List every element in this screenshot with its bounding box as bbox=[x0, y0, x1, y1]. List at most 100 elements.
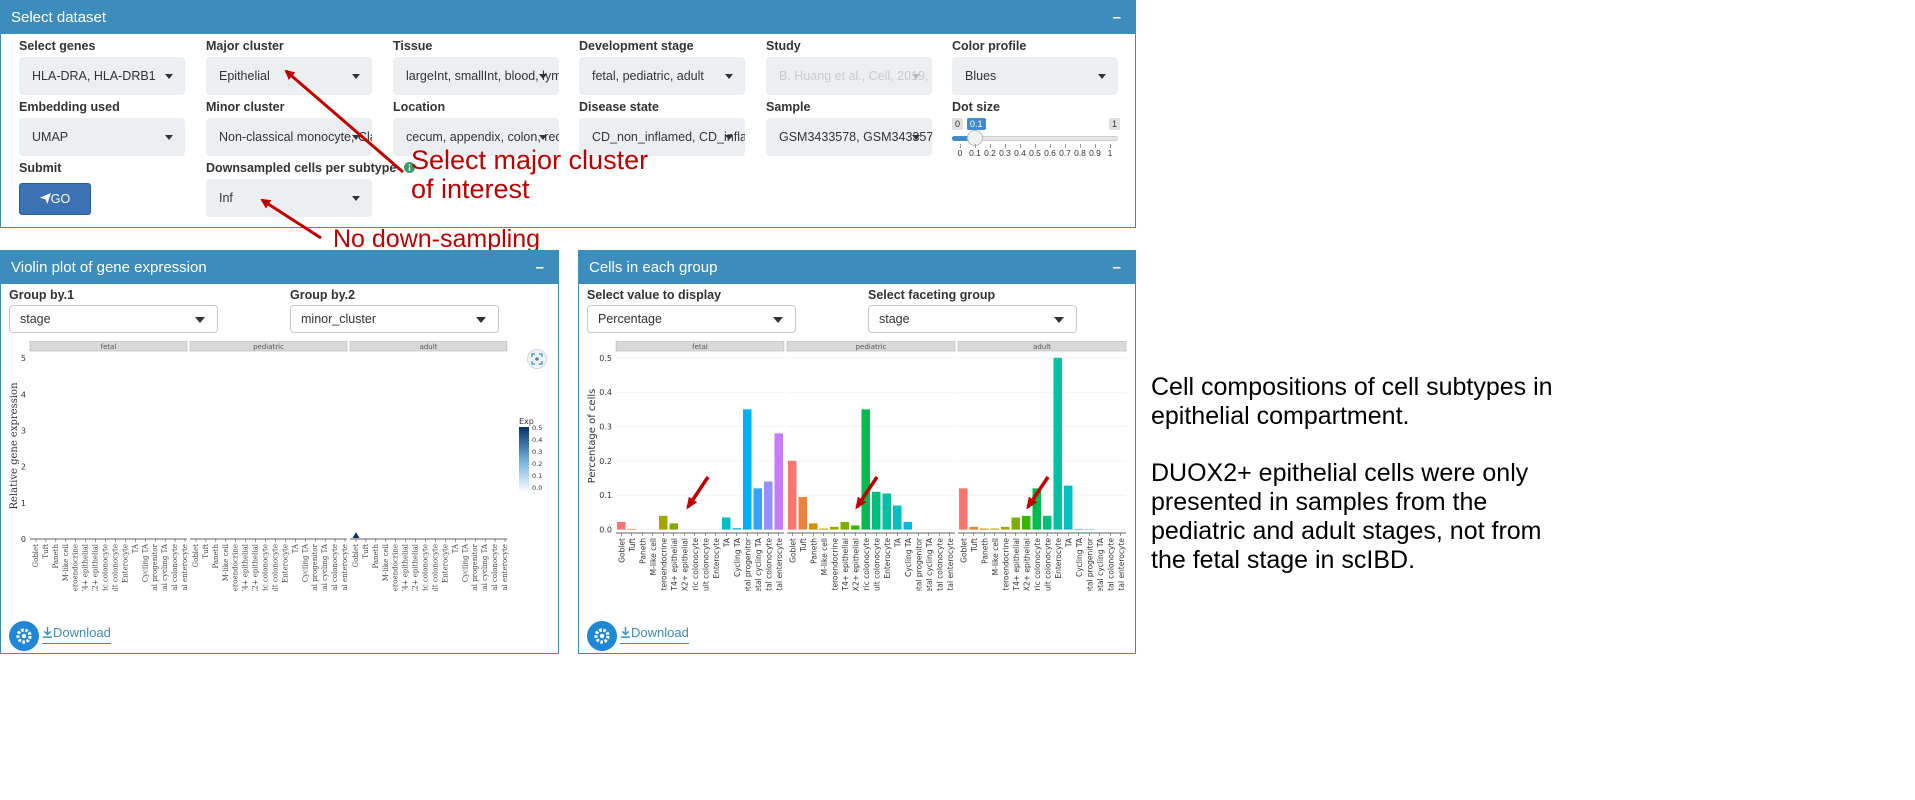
download-icon bbox=[620, 627, 631, 638]
x-tick-label: Fetal cycling TA bbox=[754, 537, 763, 591]
bar bbox=[903, 522, 912, 530]
x-tick-label: Cycling TA bbox=[141, 543, 149, 582]
legend-tick-label: 0.0 bbox=[532, 484, 542, 492]
x-tick-label: Fetal progenitor bbox=[311, 543, 319, 591]
downsampling-arrow bbox=[260, 198, 322, 240]
bar bbox=[980, 528, 989, 530]
collapse-button[interactable]: – bbox=[1113, 251, 1121, 284]
value-select-label: Select value to display bbox=[587, 288, 722, 302]
y-tick-label: 0 bbox=[21, 535, 26, 544]
collapse-button[interactable]: – bbox=[536, 251, 544, 284]
x-tick-label: Enteroendocrine bbox=[659, 538, 668, 591]
facet-label: pediatric bbox=[856, 343, 887, 351]
facet-select-label: Select faceting group bbox=[868, 288, 996, 302]
x-tick-label: Enterocyte bbox=[1054, 538, 1063, 579]
y-tick-label: 0.2 bbox=[599, 457, 612, 466]
bar bbox=[819, 528, 828, 530]
x-tick-label: Fetal progenitor bbox=[471, 543, 479, 591]
x-tick-label: Enterocyte bbox=[121, 544, 129, 583]
x-tick-label: Fetal cycling TA bbox=[161, 543, 169, 591]
x-tick-label: Paneth bbox=[809, 538, 818, 564]
bar bbox=[1011, 517, 1020, 530]
x-tick-label: M-like cell bbox=[222, 543, 230, 581]
x-tick-label: Enterocyte bbox=[281, 544, 289, 583]
bar bbox=[617, 522, 626, 530]
bar bbox=[1043, 515, 1052, 530]
x-tick-label: Tuft bbox=[42, 544, 50, 559]
x-tick-label: Pediatric colonocyte bbox=[102, 544, 110, 591]
gear-icon bbox=[16, 628, 32, 644]
x-tick-label: Fetal enterocyte bbox=[946, 538, 955, 591]
x-tick-label: Adult colonocyte bbox=[271, 544, 279, 591]
x-tick-label: Pediatric colonocyte bbox=[862, 538, 871, 591]
bar bbox=[872, 491, 881, 530]
x-tick-label: Fetal enterocyte bbox=[181, 544, 189, 591]
caret-down-icon bbox=[1054, 317, 1064, 323]
x-tick-label: Fetal cycling TA bbox=[481, 543, 489, 591]
legend-tick-label: 0.5 bbox=[532, 424, 542, 432]
group-by-1-select[interactable]: stage bbox=[9, 305, 218, 333]
legend-tick-label: 0.4 bbox=[532, 436, 542, 444]
violin-panel-header[interactable]: Violin plot of gene expression – bbox=[1, 251, 558, 284]
x-tick-label: Enteroendocrine bbox=[72, 544, 80, 591]
x-tick-label: Adult colonocyte bbox=[701, 538, 710, 591]
group-by-1-label: Group by.1 bbox=[9, 288, 75, 302]
x-tick-label: TA bbox=[131, 543, 139, 553]
bar bbox=[722, 517, 731, 530]
x-tick-label: Enteroendocrine bbox=[392, 544, 400, 591]
settings-gear-button[interactable] bbox=[9, 621, 39, 651]
x-tick-label: BEST4+ epithelial bbox=[82, 543, 90, 591]
legend-tick-label: 0.1 bbox=[532, 472, 542, 480]
bar bbox=[764, 481, 773, 530]
value-select-value: Percentage bbox=[598, 312, 662, 326]
x-tick-label: Fetal enterocyte bbox=[1117, 538, 1126, 591]
y-tick-label: 3 bbox=[21, 427, 26, 436]
x-tick-label: M-like cell bbox=[62, 543, 70, 581]
x-tick-label: Enterocyte bbox=[441, 544, 449, 583]
y-tick-label: 1 bbox=[21, 499, 26, 508]
facet-label: adult bbox=[420, 343, 438, 351]
y-tick-label: 0.5 bbox=[599, 354, 612, 363]
x-tick-label: Goblet bbox=[788, 538, 797, 563]
bar bbox=[753, 488, 762, 530]
x-tick-label: Fetal colonocyte bbox=[331, 544, 339, 591]
bar bbox=[774, 433, 783, 530]
x-tick-label: Fetal progenitor bbox=[1085, 537, 1094, 591]
x-tick-label: Fetal colonocyte bbox=[935, 538, 944, 591]
x-tick-label: Tuft bbox=[202, 544, 210, 559]
value-select[interactable]: Percentage bbox=[587, 305, 796, 333]
x-tick-label: Pediatric colonocyte bbox=[1033, 538, 1042, 591]
bar bbox=[893, 505, 902, 530]
legend-colorbar bbox=[519, 427, 529, 491]
fullscreen-icon[interactable] bbox=[527, 349, 547, 369]
x-tick-label: Enteroendocrine bbox=[1001, 538, 1010, 591]
x-tick-label: DUOX2+ epithelial bbox=[680, 538, 689, 591]
x-tick-label: Cycling TA bbox=[904, 537, 913, 577]
x-tick-label: Adult colonocyte bbox=[872, 538, 881, 591]
bar bbox=[969, 526, 978, 530]
x-tick-label: Adult colonocyte bbox=[431, 544, 439, 591]
x-tick-label: BEST4+ epithelial bbox=[402, 543, 410, 591]
group-by-2-value: minor_cluster bbox=[301, 312, 377, 326]
x-tick-label: Enterocyte bbox=[883, 538, 892, 579]
facet-select-value: stage bbox=[879, 312, 910, 326]
x-tick-label: Fetal cycling TA bbox=[925, 537, 934, 591]
bar bbox=[1074, 528, 1083, 530]
facet-select[interactable]: stage bbox=[868, 305, 1077, 333]
settings-gear-button[interactable] bbox=[587, 621, 617, 651]
download-link[interactable]: Download bbox=[42, 625, 111, 644]
y-tick-label: 0.1 bbox=[599, 491, 612, 500]
download-link[interactable]: Download bbox=[620, 625, 689, 644]
x-tick-label: Paneth bbox=[980, 538, 989, 564]
legend-tick-label: 0.3 bbox=[532, 448, 542, 456]
legend-tick-label: 0.2 bbox=[532, 460, 542, 468]
facet-label: fetal bbox=[692, 343, 708, 351]
bar bbox=[669, 523, 678, 530]
cells-panel-header[interactable]: Cells in each group – bbox=[579, 251, 1135, 284]
x-tick-label: Fetal colonocyte bbox=[764, 538, 773, 591]
facet-label: adult bbox=[1033, 343, 1051, 351]
gear-icon bbox=[594, 628, 610, 644]
bar bbox=[851, 525, 860, 530]
group-by-2-select[interactable]: minor_cluster bbox=[290, 305, 499, 333]
x-tick-label: DUOX2+ epithelial bbox=[252, 543, 260, 591]
